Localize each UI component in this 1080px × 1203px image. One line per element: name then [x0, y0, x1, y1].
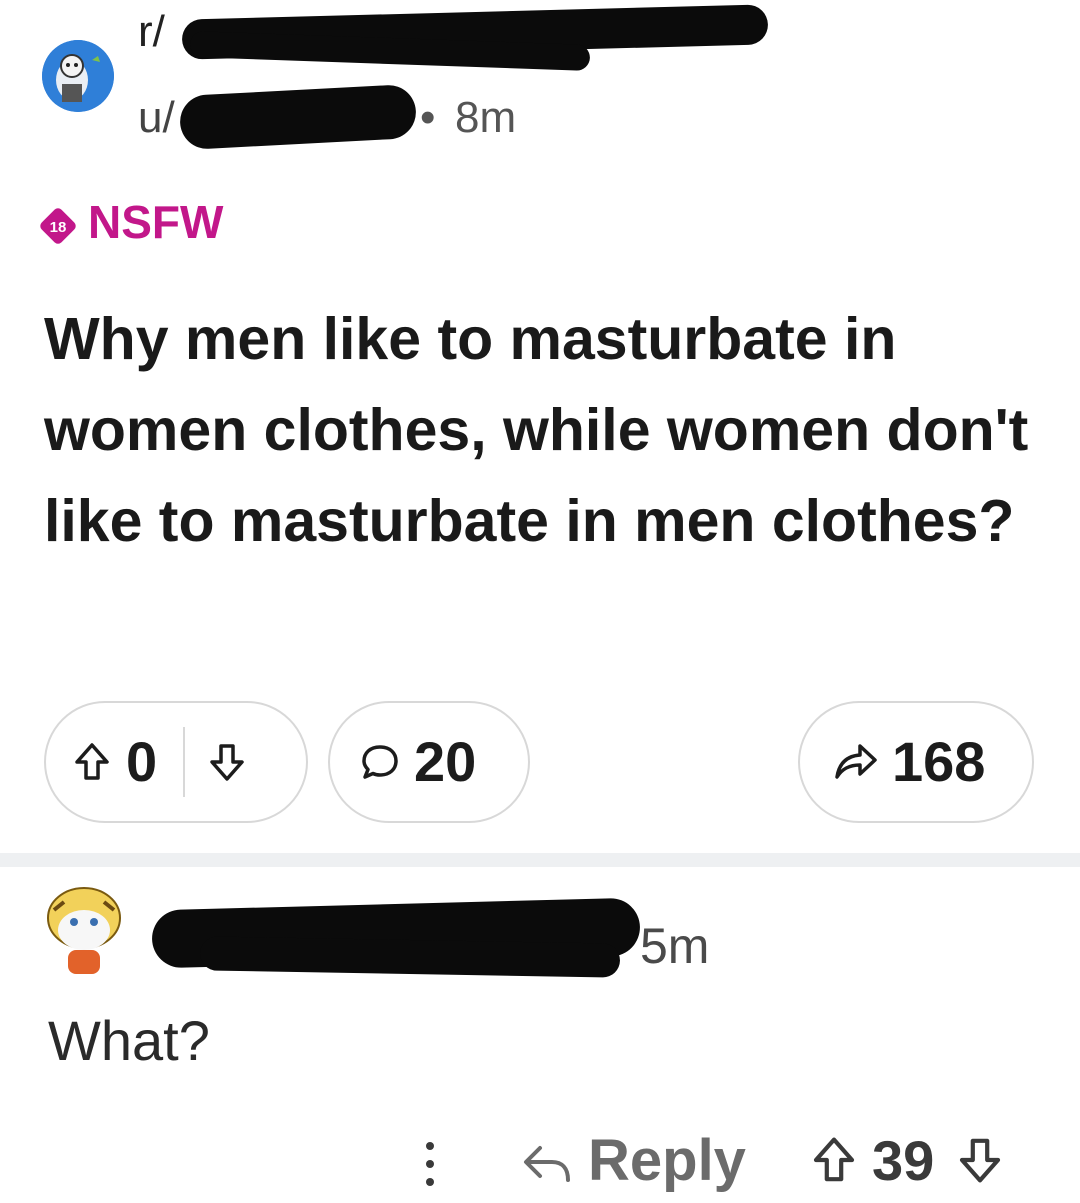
redaction-bar — [199, 936, 621, 978]
section-separator — [0, 853, 1080, 867]
nsfw-badge-icon: 18 — [38, 206, 78, 246]
nsfw-tag: NSFW — [88, 196, 224, 248]
nsfw-badge-text: 18 — [50, 219, 67, 236]
post-title[interactable]: Why men like to masturbate in women clot… — [44, 294, 1034, 567]
meta-separator: • — [420, 93, 436, 142]
comment-upvote-icon[interactable] — [812, 1136, 856, 1189]
upvote-icon[interactable] — [74, 742, 110, 782]
comment-score: 39 — [872, 1129, 935, 1192]
more-options-icon[interactable] — [420, 1137, 440, 1191]
reply-icon[interactable] — [522, 1142, 572, 1191]
share-button[interactable]: 168 — [798, 701, 1034, 823]
share-icon — [834, 742, 878, 782]
comment-age: 5m — [640, 918, 710, 974]
comment-count: 20 — [414, 730, 477, 793]
subreddit-avatar[interactable] — [42, 40, 114, 112]
commenter-avatar[interactable] — [40, 880, 128, 976]
comment-body: What? — [48, 1009, 210, 1072]
share-count: 168 — [892, 730, 986, 793]
vote-divider — [183, 727, 186, 797]
subreddit-name[interactable]: r/ — [138, 6, 165, 58]
reply-button[interactable]: Reply — [588, 1128, 746, 1194]
comment-downvote-icon[interactable] — [958, 1136, 1002, 1189]
redaction-bar — [178, 83, 418, 151]
comment-icon — [360, 742, 400, 782]
post-age: 8m — [455, 93, 517, 142]
comments-button[interactable]: 20 — [328, 701, 530, 823]
author-name[interactable]: u/ — [138, 92, 175, 144]
downvote-icon[interactable] — [209, 742, 245, 782]
vote-control: 0 — [44, 701, 308, 823]
vote-count: 0 — [126, 730, 158, 793]
